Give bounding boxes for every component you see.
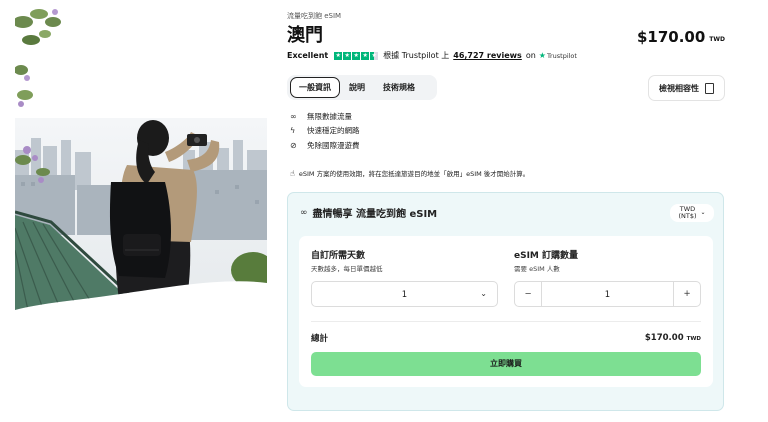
decrement-button[interactable]: − bbox=[515, 282, 542, 306]
total-amount: $170.00 TWD bbox=[645, 333, 701, 343]
foliage bbox=[15, 9, 61, 107]
feature-list: ∞ 無限數據流量 ϟ 快速穩定的網路 ⊘ 免除國際漫遊費 bbox=[290, 109, 360, 153]
days-label: 自訂所需天數 bbox=[311, 251, 366, 261]
tab-description[interactable]: 說明 bbox=[340, 78, 374, 97]
purchase-card: ∞ 盡情暢享 流量吃到飽 eSIM TWD (NT$) ⌄ 自訂所需天數 天數越多… bbox=[287, 192, 724, 411]
price-amount: $170.00 bbox=[636, 28, 706, 46]
tab-general-info[interactable]: 一般資訊 bbox=[290, 77, 340, 98]
trustpilot-rating: Excellent ★ ★ ★ ★ ★ 根據 Trustpilot 上 46,7… bbox=[287, 50, 577, 61]
price-currency: TWD bbox=[709, 36, 725, 43]
feature-label: 無限數據流量 bbox=[307, 111, 352, 121]
price: $170.00 TWD bbox=[637, 28, 725, 46]
chevron-down-icon: ⌄ bbox=[700, 209, 706, 217]
tab-tech-specs[interactable]: 技術規格 bbox=[374, 78, 424, 97]
half-star-icon: ★ bbox=[370, 51, 379, 60]
quantity-value[interactable]: 1 bbox=[541, 290, 674, 300]
card-title-text: 盡情暢享 流量吃到飽 eSIM bbox=[312, 209, 438, 220]
total-amount-value: $170.00 bbox=[644, 333, 684, 343]
star-icon: ★ bbox=[334, 51, 343, 60]
star-icon: ★ bbox=[352, 51, 361, 60]
feature-item: ⊘ 免除國際漫遊費 bbox=[290, 138, 360, 153]
macau-traveler-illustration bbox=[15, 9, 267, 310]
lightning-icon: ϟ bbox=[290, 126, 296, 136]
days-sub-label: 天數越多，每日單價越低 bbox=[311, 265, 383, 273]
feature-label: 快速穩定的網路 bbox=[307, 126, 360, 136]
feature-item: ∞ 無限數據流量 bbox=[290, 109, 360, 124]
page-title: 澳門 bbox=[287, 25, 323, 46]
total-label: 總計 bbox=[311, 334, 329, 344]
buy-now-button[interactable]: 立即購買 bbox=[311, 352, 701, 376]
no-roaming-icon: ⊘ bbox=[290, 140, 297, 150]
star-icon: ★ bbox=[343, 51, 352, 60]
validity-note: ☝ eSIM 方案的使用效期，將在您抵達旅遊目的地並「啟用」eSIM 後才開始計… bbox=[290, 168, 530, 179]
infinity-icon: ∞ bbox=[300, 207, 308, 218]
rating-stars: ★ ★ ★ ★ ★ bbox=[334, 51, 379, 60]
currency-label: TWD (NT$) bbox=[678, 204, 697, 220]
check-compatibility-label: 檢視相容性 bbox=[659, 83, 699, 93]
rating-via-text: 根據 Trustpilot 上 bbox=[383, 51, 450, 60]
days-select[interactable]: 1 ⌄ bbox=[311, 281, 498, 307]
hand-tap-icon: ☝ bbox=[290, 168, 295, 178]
quantity-sub-label: 需要 eSIM 人數 bbox=[514, 265, 560, 273]
hero-photo bbox=[15, 0, 267, 315]
rating-on-text: on bbox=[525, 51, 536, 60]
validity-note-text: eSIM 方案的使用效期，將在您抵達旅遊目的地並「啟用」eSIM 後才開始計算。 bbox=[298, 170, 530, 178]
trustpilot-star-icon: ★ bbox=[538, 51, 546, 60]
chevron-down-icon: ⌄ bbox=[480, 289, 487, 298]
star-icon: ★ bbox=[361, 51, 370, 60]
trustpilot-logo: Trustpilot bbox=[546, 51, 577, 60]
days-value: 1 bbox=[401, 290, 408, 300]
order-form: 自訂所需天數 天數越多，每日單價越低 1 ⌄ eSIM 訂購數量 需要 eSIM… bbox=[299, 236, 713, 387]
check-compatibility-button[interactable]: 檢視相容性 bbox=[648, 75, 725, 101]
divider bbox=[311, 321, 701, 322]
info-tabs: 一般資訊 說明 技術規格 bbox=[287, 75, 437, 100]
infinity-icon: ∞ bbox=[290, 111, 297, 121]
total-currency: TWD bbox=[686, 336, 701, 342]
quantity-label: eSIM 訂購數量 bbox=[514, 251, 579, 261]
phone-check-icon bbox=[705, 82, 714, 94]
breadcrumb[interactable]: 流量吃到飽 eSIM bbox=[287, 11, 341, 21]
feature-item: ϟ 快速穩定的網路 bbox=[290, 124, 360, 139]
quantity-stepper: − 1 + bbox=[514, 281, 701, 307]
increment-button[interactable]: + bbox=[673, 282, 700, 306]
feature-label: 免除國際漫遊費 bbox=[307, 140, 360, 150]
currency-select[interactable]: TWD (NT$) ⌄ bbox=[670, 204, 714, 222]
rating-label: Excellent bbox=[287, 51, 329, 60]
reviews-link[interactable]: 46,727 reviews bbox=[453, 51, 522, 60]
card-title: ∞ 盡情暢享 流量吃到飽 eSIM bbox=[300, 205, 438, 221]
